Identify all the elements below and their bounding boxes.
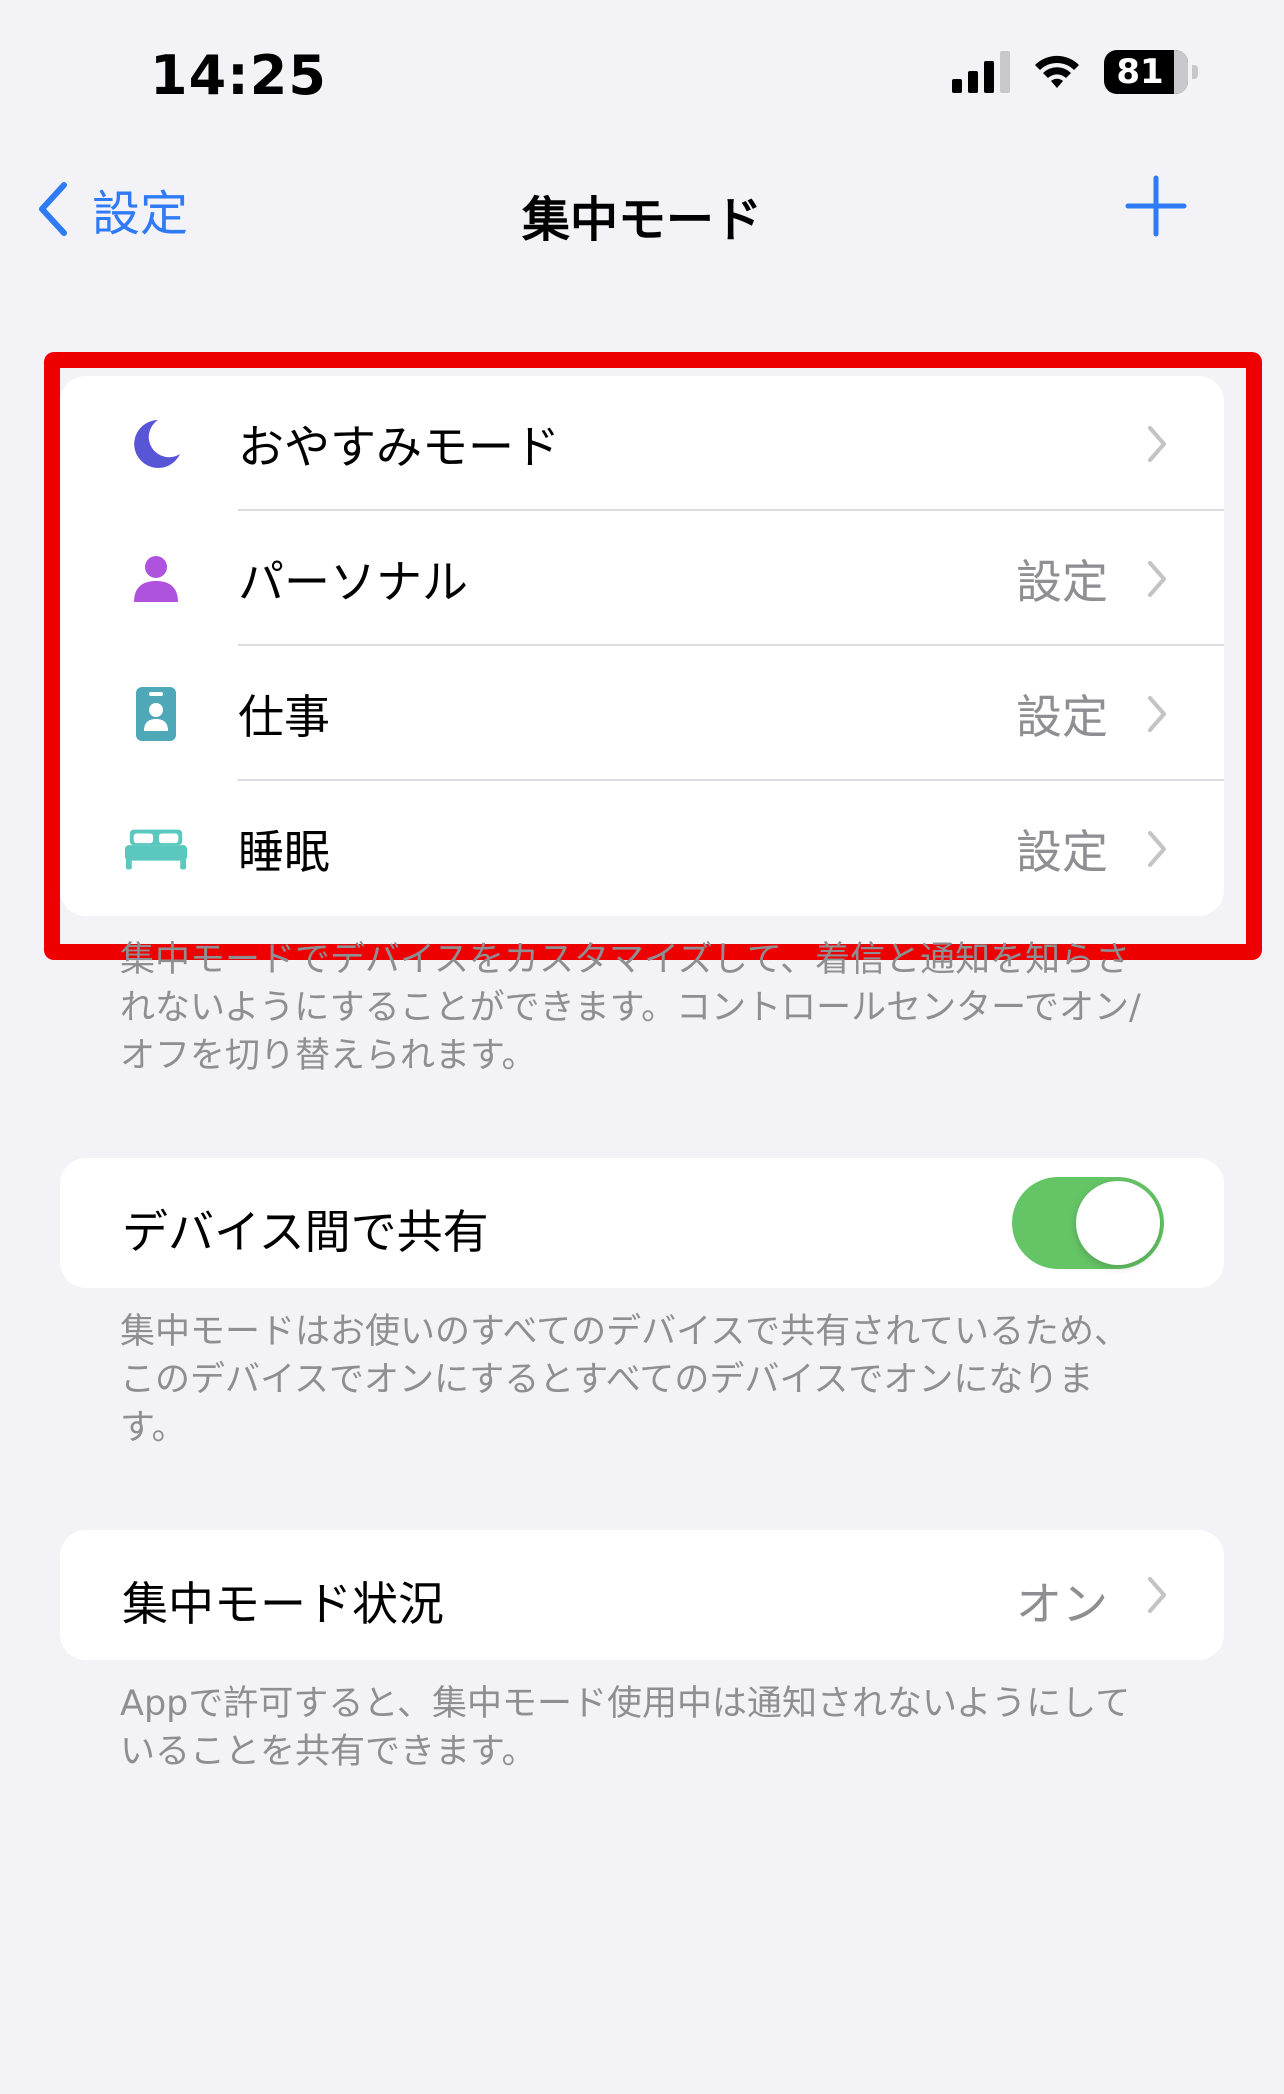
focus-mode-detail: 設定: [1016, 554, 1108, 609]
focus-mode-label: 仕事: [238, 689, 330, 744]
focus-modes-list: おやすみモード パーソナル 設定 仕事 設定 睡眠 設定: [60, 376, 1224, 916]
share-footer: 集中モードはお使いのすべてのデバイスで共有されているため、このデバイスでオンにす…: [120, 1312, 1130, 1448]
cellular-signal-icon: [952, 51, 1010, 93]
wifi-icon: [1035, 55, 1079, 88]
focus-status-row[interactable]: 集中モード状況 オン: [60, 1530, 1224, 1660]
chevron-right-icon: [1148, 695, 1166, 732]
focus-mode-row-personal[interactable]: パーソナル 設定: [60, 511, 1224, 646]
status-bar: 14:25 81: [0, 0, 1284, 150]
chevron-right-icon: [1148, 1577, 1166, 1613]
person-icon: [124, 547, 188, 611]
status-time: 14:25: [150, 44, 327, 107]
focus-mode-row-do-not-disturb[interactable]: おやすみモード: [60, 376, 1224, 511]
battery-level: 81: [1116, 52, 1164, 92]
page-title: 集中モード: [521, 192, 762, 248]
chevron-right-icon: [1148, 560, 1166, 597]
focus-mode-row-work[interactable]: 仕事 設定: [60, 646, 1224, 781]
toggle-knob: [1076, 1181, 1160, 1265]
battery-icon: 81: [1104, 50, 1198, 94]
chevron-right-icon: [1148, 425, 1166, 462]
focus-mode-detail: 設定: [1016, 824, 1108, 879]
add-icon[interactable]: [1124, 174, 1188, 238]
focus-mode-detail: 設定: [1016, 689, 1108, 744]
bed-icon: [124, 817, 188, 881]
moon-icon: [124, 412, 188, 476]
focus-modes-footer: 集中モードでデバイスをカスタマイズして、着信と通知を知らされないようにすることが…: [120, 940, 1141, 1076]
status-icons: 81: [952, 50, 1198, 94]
focus-mode-label: パーソナル: [238, 554, 468, 609]
focus-status-label: 集中モード状況: [122, 1577, 444, 1631]
share-across-devices-toggle[interactable]: [1012, 1177, 1164, 1269]
chevron-right-icon: [1148, 830, 1166, 867]
focus-mode-label: おやすみモード: [238, 419, 560, 474]
focus-mode-row-sleep[interactable]: 睡眠 設定: [60, 781, 1224, 916]
share-across-devices-row: デバイス間で共有: [60, 1158, 1224, 1288]
focus-mode-label: 睡眠: [238, 824, 330, 879]
navigation-bar: 設定 集中モード: [0, 160, 1284, 250]
focus-status-value: オン: [1016, 1577, 1108, 1631]
focus-status-footer: Appで許可すると、集中モード使用中は通知されないようにしていることを共有できま…: [120, 1684, 1131, 1772]
id-badge-icon: [124, 682, 188, 746]
share-across-devices-label: デバイス間で共有: [122, 1205, 489, 1259]
